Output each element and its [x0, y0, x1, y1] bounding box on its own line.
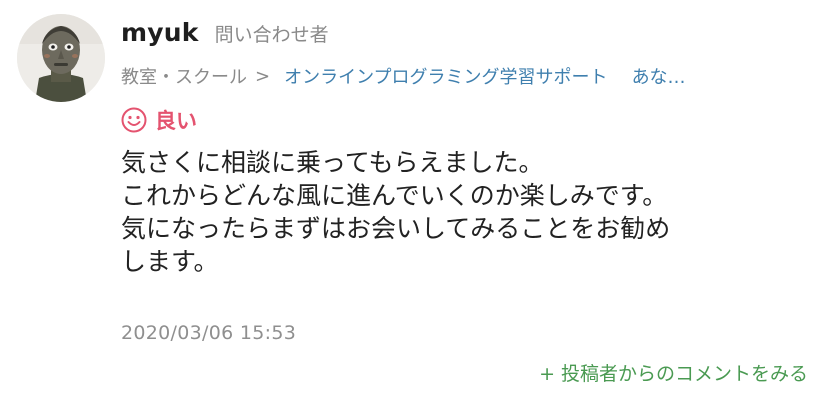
user-role: 問い合わせ者 [214, 24, 329, 46]
review-line: 気になったらまずはお会いしてみることをお勧め [121, 214, 671, 243]
breadcrumb: 教室・スクール > オンラインプログラミング学習サポート あな… [121, 62, 811, 90]
username[interactable]: myuk [121, 18, 199, 47]
breadcrumb-separator: > [255, 65, 271, 87]
breadcrumb-extra-link[interactable]: あな… [632, 63, 811, 89]
review-line: します。 [121, 247, 219, 276]
review-body: 気さくに相談に乗ってもらえました。 これからどんな風に進んでいくのか楽しみです。… [121, 146, 781, 278]
rating-label: 良い [155, 109, 197, 133]
rating: 良い [121, 104, 197, 136]
review-line: これからどんな風に進んでいくのか楽しみです。 [121, 181, 668, 210]
review-header: myuk 問い合わせ者 [121, 18, 329, 54]
avatar-image [17, 14, 105, 102]
smile-icon [121, 107, 147, 133]
avatar[interactable] [17, 14, 105, 102]
plus-icon: + [539, 363, 555, 385]
comments-link-label: 投稿者からのコメントをみる [560, 363, 808, 385]
breadcrumb-service-link[interactable]: オンラインプログラミング学習サポート [284, 63, 607, 89]
review-date: 2020/03/06 15:53 [121, 322, 297, 344]
breadcrumb-category: 教室・スクール [121, 67, 247, 88]
review-line: 気さくに相談に乗ってもらえました。 [121, 148, 544, 177]
view-poster-comments-link[interactable]: + 投稿者からのコメントをみる [539, 359, 808, 386]
